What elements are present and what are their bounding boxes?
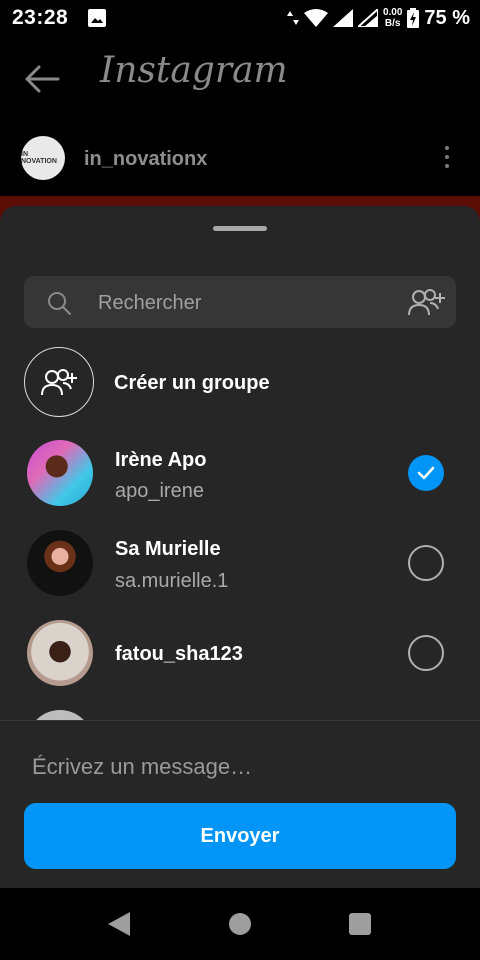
group-add-icon	[41, 369, 77, 396]
nav-home-icon[interactable]	[229, 913, 251, 935]
contact-avatar	[27, 530, 93, 596]
create-group-row[interactable]: Créer un groupe	[24, 346, 456, 420]
status-bar: 23:28 0.00 B/s 75 %	[0, 0, 480, 36]
search-bar	[24, 276, 456, 330]
profile-row: IN NOVATION in_novationx	[0, 126, 480, 196]
contact-avatar	[27, 620, 93, 686]
status-icons: 0.00 B/s 75 %	[286, 4, 470, 32]
sheet-drag-handle[interactable]	[213, 226, 267, 231]
contact-row[interactable]: fatou_sha123	[0, 608, 480, 698]
contact-row[interactable]: Sa Murielle sa.murielle.1	[0, 518, 480, 608]
wifi-icon	[303, 9, 328, 27]
share-sheet: Créer un groupe Irène Apo apo_irene Sa M…	[0, 206, 480, 888]
create-group-label: Créer un groupe	[114, 372, 270, 394]
battery-charging-icon	[407, 8, 420, 28]
message-input[interactable]	[30, 746, 454, 788]
search-input[interactable]	[96, 276, 390, 330]
divider	[0, 720, 480, 721]
contact-row[interactable]: Irène Apo apo_irene	[0, 428, 480, 518]
profile-username[interactable]: in_novationx	[84, 148, 207, 171]
select-checkbox-checked[interactable]	[408, 455, 444, 491]
nav-back-icon[interactable]	[108, 912, 130, 936]
avatar-logo-text: IN NOVATION	[21, 151, 57, 165]
signal-icon	[332, 9, 353, 27]
back-arrow-icon[interactable]	[24, 64, 60, 94]
contact-handle: apo_irene	[115, 480, 204, 502]
contact-handle: sa.murielle.1	[115, 570, 229, 592]
send-button[interactable]: Envoyer	[24, 803, 456, 869]
instagram-logo: Instagram	[100, 50, 288, 91]
app-header: Instagram	[0, 36, 480, 126]
nav-recents-icon[interactable]	[349, 913, 371, 935]
signal-icon-2	[357, 9, 378, 27]
status-time: 23:28	[12, 6, 69, 29]
speed-value: 0.00	[382, 7, 403, 18]
image-notification-icon	[88, 9, 106, 27]
battery-percent: 75 %	[424, 6, 470, 29]
contact-name: Irène Apo	[115, 449, 207, 471]
speed-unit: B/s	[384, 18, 401, 29]
create-group-circle	[24, 347, 94, 417]
search-icon	[48, 292, 71, 315]
contact-name: fatou_sha123	[115, 643, 243, 665]
add-people-icon[interactable]	[408, 287, 446, 317]
system-nav-bar	[0, 888, 480, 960]
contact-name: Sa Murielle	[115, 538, 221, 560]
contact-avatar	[27, 440, 93, 506]
checkmark-icon	[417, 466, 435, 480]
profile-avatar[interactable]: IN NOVATION	[21, 136, 65, 180]
more-options-icon[interactable]	[440, 146, 454, 174]
select-checkbox[interactable]	[408, 635, 444, 671]
contact-avatar-partial	[27, 710, 93, 720]
network-speed: 0.00 B/s	[383, 7, 402, 29]
select-checkbox[interactable]	[408, 545, 444, 581]
data-arrows-icon	[286, 11, 299, 25]
